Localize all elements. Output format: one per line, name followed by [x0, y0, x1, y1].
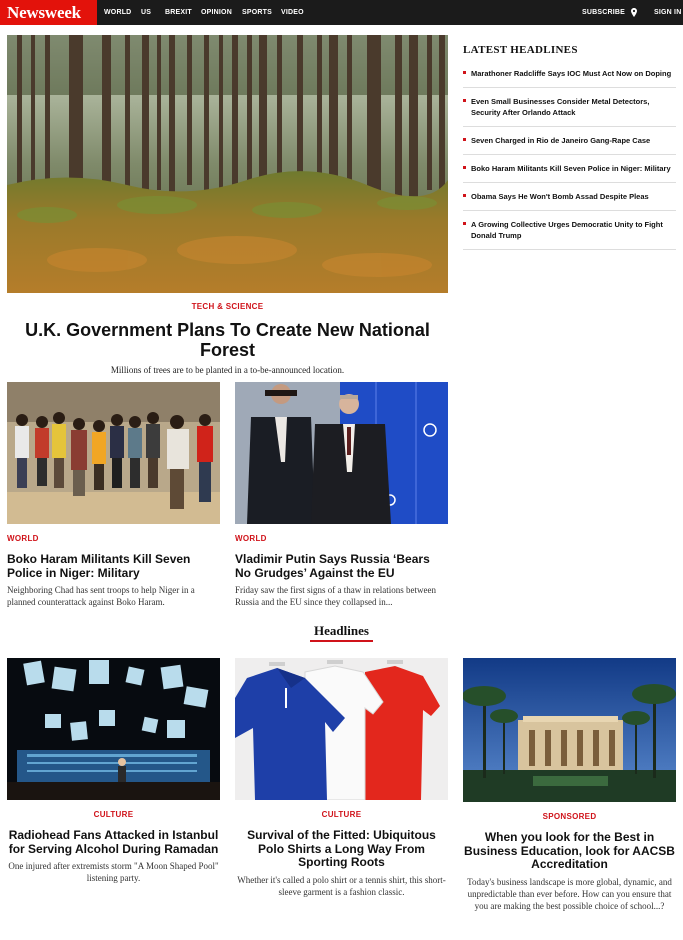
section-underline	[310, 640, 373, 642]
hero-kicker[interactable]: TECH & SCIENCE	[7, 302, 448, 311]
card-title-polo-shirts[interactable]: Survival of the Fitted: Ubiquitous Polo …	[235, 828, 448, 870]
headline-item[interactable]: Seven Charged in Rio de Janeiro Gang-Rap…	[463, 127, 676, 155]
card-dek-boko-haram: Neighboring Chad has sent troops to help…	[7, 585, 195, 607]
nav-item-us[interactable]: US	[141, 0, 151, 25]
headline-item[interactable]: Obama Says He Won't Bomb Assad Despite P…	[463, 183, 676, 211]
card-title-radiohead[interactable]: Radiohead Fans Attacked in Istanbul for …	[7, 828, 220, 856]
nav-item-world[interactable]: WORLD	[104, 0, 131, 25]
bullet-square-icon	[463, 222, 466, 225]
card-dek-putin: Friday saw the first signs of a thaw in …	[235, 585, 436, 607]
card-kicker-sponsored: SPONSORED	[542, 812, 597, 821]
card-title-aacsb[interactable]: When you look for the Best in Business E…	[463, 830, 676, 872]
card-image-concert[interactable]	[7, 658, 220, 800]
nav-item-opinion[interactable]: OPINION	[201, 0, 232, 25]
nav-item-brexit[interactable]: BREXIT	[165, 0, 192, 25]
card-image-crowd[interactable]	[7, 382, 220, 524]
card-image-polo-shirts[interactable]	[235, 658, 448, 800]
bullet-square-icon	[463, 138, 466, 141]
latest-headlines-list: Marathoner Radcliffe Says IOC Must Act N…	[463, 60, 676, 250]
headline-item[interactable]: A Growing Collective Urges Democratic Un…	[463, 211, 676, 250]
nav-item-video[interactable]: VIDEO	[281, 0, 304, 25]
hero-image-forest[interactable]	[7, 35, 448, 293]
hero-title[interactable]: U.K. Government Plans To Create New Nati…	[7, 320, 448, 360]
card-dek-aacsb: Today's business landscape is more globa…	[467, 877, 672, 911]
latest-headlines-title: LATEST HEADLINES	[463, 44, 578, 56]
hero-dek: Millions of trees are to be planted in a…	[110, 365, 345, 375]
sign-in-link[interactable]: SIGN IN	[654, 0, 681, 25]
section-title-headlines: Headlines	[314, 623, 369, 638]
card-image-palace[interactable]	[463, 658, 676, 802]
card-image-putin[interactable]	[235, 382, 448, 524]
headline-item[interactable]: Boko Haram Militants Kill Seven Police i…	[463, 155, 676, 183]
nav-item-sports[interactable]: SPORTS	[242, 0, 272, 25]
card-title-putin[interactable]: Vladimir Putin Says Russia ‘Bears No Gru…	[235, 552, 448, 580]
bullet-square-icon	[463, 194, 466, 197]
card-dek-polo-shirts: Whether it's called a polo shirt or a te…	[237, 875, 446, 897]
top-nav-bar: Newsweek WORLD US BREXIT OPINION SPORTS …	[0, 0, 683, 25]
map-pin-icon[interactable]	[631, 8, 637, 17]
headline-item[interactable]: Marathoner Radcliffe Says IOC Must Act N…	[463, 60, 676, 88]
card-dek-radiohead: One injured after extremists storm "A Mo…	[8, 861, 219, 883]
card-kicker-culture[interactable]: CULTURE	[235, 810, 448, 819]
newsweek-logo[interactable]: Newsweek	[0, 0, 97, 25]
bullet-square-icon	[463, 99, 466, 102]
card-title-boko-haram[interactable]: Boko Haram Militants Kill Seven Police i…	[7, 552, 220, 580]
card-kicker-world[interactable]: WORLD	[235, 534, 267, 543]
bullet-square-icon	[463, 166, 466, 169]
headline-item[interactable]: Even Small Businesses Consider Metal Det…	[463, 88, 676, 127]
card-kicker-culture[interactable]: CULTURE	[7, 810, 220, 819]
bullet-square-icon	[463, 71, 466, 74]
card-kicker-world[interactable]: WORLD	[7, 534, 39, 543]
subscribe-link[interactable]: SUBSCRIBE	[582, 0, 625, 25]
